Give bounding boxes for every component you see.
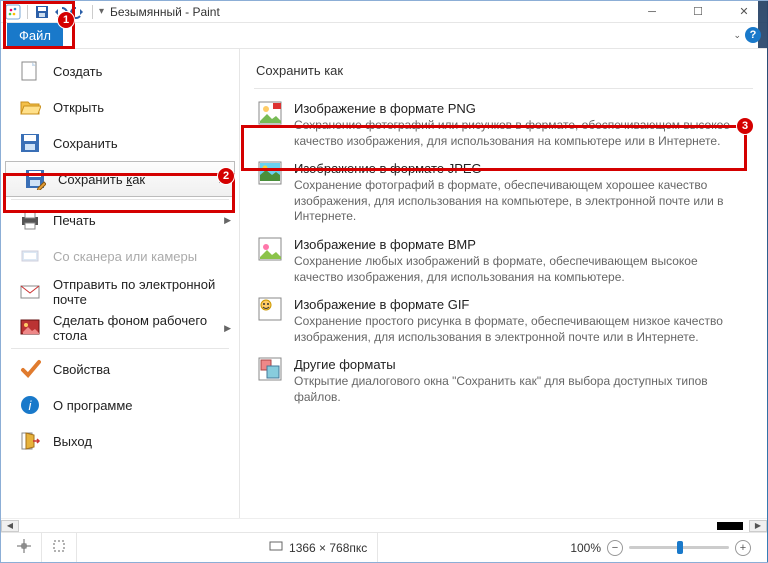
format-png-title: Изображение в формате PNG bbox=[294, 101, 749, 116]
open-folder-icon bbox=[19, 96, 41, 118]
menu-save-label: Сохранить bbox=[53, 136, 118, 151]
quick-access-toolbar: ▾ bbox=[5, 4, 104, 20]
qat-customize-icon[interactable]: ▾ bbox=[99, 6, 104, 17]
file-menu-left-column: Создать Открыть Сохранить Сохранить как bbox=[1, 49, 239, 531]
zoom-percent-text: 100% bbox=[570, 541, 601, 555]
info-icon: i bbox=[19, 394, 41, 416]
envelope-icon bbox=[19, 281, 41, 303]
paint-logo-icon bbox=[5, 4, 21, 20]
menu-about-label: О программе bbox=[53, 398, 133, 413]
zoom-cell: 100% − + bbox=[560, 533, 761, 562]
zoom-in-button[interactable]: + bbox=[735, 540, 751, 556]
menu-open[interactable]: Открыть bbox=[1, 89, 239, 125]
scanner-icon bbox=[19, 245, 41, 267]
format-png-desc: Сохранение фотографий или рисунков в фор… bbox=[294, 118, 749, 149]
minimize-button[interactable]: ─ bbox=[629, 1, 675, 23]
submenu-arrow-icon: ▶ bbox=[224, 323, 231, 334]
printer-icon bbox=[19, 209, 41, 231]
crosshair-icon bbox=[17, 539, 31, 556]
jpeg-icon bbox=[258, 161, 282, 185]
format-gif-title: Изображение в формате GIF bbox=[294, 297, 749, 312]
annotation-badge-2: 2 bbox=[217, 167, 235, 185]
bmp-icon bbox=[258, 237, 282, 261]
cursor-pos-cell bbox=[7, 533, 42, 562]
menu-exit[interactable]: Выход bbox=[1, 423, 239, 459]
gif-icon bbox=[258, 297, 282, 321]
annotation-badge-1: 1 bbox=[57, 11, 75, 29]
selection-icon bbox=[52, 539, 66, 556]
canvas-size-text: 1366 × 768пкс bbox=[289, 541, 367, 555]
ribbon-help-area: ⌄ ? bbox=[733, 27, 761, 43]
other-formats-icon bbox=[258, 357, 282, 381]
format-jpeg-title: Изображение в формате JPEG bbox=[294, 161, 749, 176]
window-title: Безымянный - Paint bbox=[110, 5, 220, 19]
window-controls: ─ ☐ ✕ bbox=[629, 1, 767, 23]
png-icon bbox=[258, 101, 282, 125]
wallpaper-icon bbox=[19, 317, 41, 339]
menu-set-wallpaper[interactable]: Сделать фоном рабочего стола ▶ bbox=[1, 310, 239, 346]
menu-print[interactable]: Печать ▶ bbox=[1, 202, 239, 238]
file-tab-label: Файл bbox=[19, 28, 51, 43]
file-menu: Создать Открыть Сохранить Сохранить как bbox=[1, 49, 767, 532]
horizontal-scrollbar-area: ◀ ▶ bbox=[1, 518, 767, 532]
menu-save-as[interactable]: Сохранить как ▶ bbox=[5, 161, 235, 197]
format-png[interactable]: Изображение в формате PNG Сохранение фот… bbox=[254, 95, 753, 155]
menu-about[interactable]: i О программе bbox=[1, 387, 239, 423]
checkmark-icon bbox=[19, 358, 41, 380]
canvas-size-cell: 1366 × 768пкс bbox=[259, 533, 378, 562]
menu-separator bbox=[11, 199, 229, 200]
zoom-slider[interactable] bbox=[629, 546, 729, 549]
menu-properties-label: Свойства bbox=[53, 362, 110, 377]
menu-create[interactable]: Создать bbox=[1, 53, 239, 89]
canvas-size-icon bbox=[269, 539, 283, 556]
annotation-badge-3: 3 bbox=[736, 117, 754, 135]
titlebar: ▾ Безымянный - Paint ─ ☐ ✕ bbox=[1, 1, 767, 23]
menu-properties[interactable]: Свойства bbox=[1, 351, 239, 387]
file-tab[interactable]: Файл bbox=[7, 23, 63, 48]
menu-separator bbox=[11, 348, 229, 349]
scroll-left-icon[interactable]: ◀ bbox=[1, 520, 19, 532]
format-gif[interactable]: Изображение в формате GIF Сохранение про… bbox=[254, 291, 753, 351]
menu-set-wallpaper-label: Сделать фоном рабочего стола bbox=[53, 313, 239, 343]
scroll-right-icon[interactable]: ▶ bbox=[749, 520, 767, 532]
format-other[interactable]: Другие форматы Открытие диалогового окна… bbox=[254, 351, 753, 411]
statusbar: 1366 × 768пкс 100% − + bbox=[1, 532, 767, 562]
menu-save-as-label: Сохранить как bbox=[58, 172, 145, 187]
close-button[interactable]: ✕ bbox=[721, 1, 767, 23]
format-other-desc: Открытие диалогового окна "Сохранить как… bbox=[294, 374, 749, 405]
paint-window: ▾ Безымянный - Paint ─ ☐ ✕ Файл ⌄ ? Созд… bbox=[0, 0, 768, 563]
save-as-submenu: Сохранить как Изображение в формате PNG … bbox=[239, 49, 767, 531]
new-file-icon bbox=[19, 60, 41, 82]
exit-icon bbox=[19, 430, 41, 452]
floppy-pencil-icon bbox=[24, 168, 46, 190]
submenu-arrow-icon: ▶ bbox=[224, 215, 231, 226]
menu-save[interactable]: Сохранить bbox=[1, 125, 239, 161]
help-icon[interactable]: ? bbox=[745, 27, 761, 43]
menu-from-scanner: Со сканера или камеры bbox=[1, 238, 239, 274]
floppy-icon bbox=[19, 132, 41, 154]
menu-exit-label: Выход bbox=[53, 434, 92, 449]
format-bmp-desc: Сохранение любых изображений в формате, … bbox=[294, 254, 749, 285]
menu-open-label: Открыть bbox=[53, 100, 104, 115]
format-bmp-title: Изображение в формате BMP bbox=[294, 237, 749, 252]
selection-size-cell bbox=[42, 533, 77, 562]
ribbon-minimize-icon[interactable]: ⌄ bbox=[733, 30, 741, 41]
format-bmp[interactable]: Изображение в формате BMP Сохранение люб… bbox=[254, 231, 753, 291]
ribbon-tabstrip: Файл ⌄ ? bbox=[1, 23, 767, 49]
menu-from-scanner-label: Со сканера или камеры bbox=[53, 249, 197, 264]
color-swatch bbox=[717, 522, 743, 530]
menu-print-label: Печать bbox=[53, 213, 96, 228]
menu-send-email[interactable]: Отправить по электронной почте bbox=[1, 274, 239, 310]
menu-create-label: Создать bbox=[53, 64, 102, 79]
format-jpeg-desc: Сохранение фотографий в формате, обеспеч… bbox=[294, 178, 749, 225]
format-other-title: Другие форматы bbox=[294, 357, 749, 372]
format-jpeg[interactable]: Изображение в формате JPEG Сохранение фо… bbox=[254, 155, 753, 231]
menu-send-email-label: Отправить по электронной почте bbox=[53, 277, 239, 307]
maximize-button[interactable]: ☐ bbox=[675, 1, 721, 23]
format-gif-desc: Сохранение простого рисунка в формате, о… bbox=[294, 314, 749, 345]
zoom-out-button[interactable]: − bbox=[607, 540, 623, 556]
save-icon[interactable] bbox=[34, 4, 50, 20]
save-as-title: Сохранить как bbox=[254, 59, 753, 89]
